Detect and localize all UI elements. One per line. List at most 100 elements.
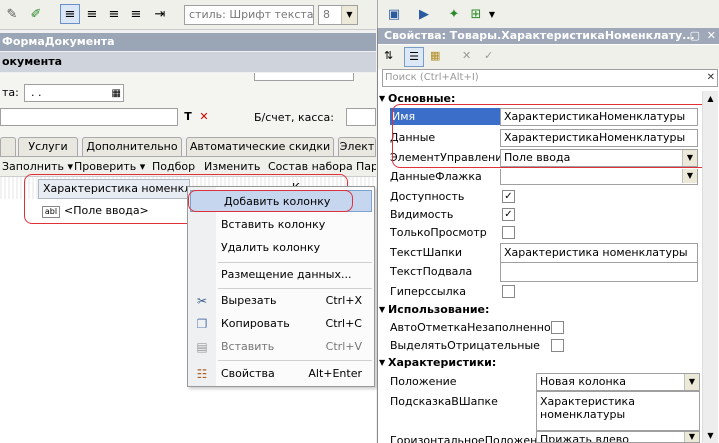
flag-data-field[interactable]: ▼ [500,169,698,185]
insert-column-item[interactable]: Вставить колонку [188,214,376,236]
section-usage[interactable]: ▼ Использование: [378,302,719,318]
tab-services[interactable]: Услуги [18,137,78,156]
section-characteristics[interactable]: ▼ Характеристики: [378,355,719,371]
delete-column-item[interactable]: Удалить колонку [188,237,376,259]
highlighter-icon[interactable]: ✐ [26,4,46,24]
basic-props-highlight-frame [392,104,715,168]
footer-text-field[interactable] [500,263,698,282]
scroll-down-arrow[interactable]: ▼ [703,428,718,443]
context-menu: Добавить колонку Вставить колонку Удалит… [187,186,375,387]
visibility-checkbox[interactable]: ✓ [502,208,515,221]
halign-field[interactable]: Прижать влево ▼ [536,431,700,443]
pen-icon[interactable]: ✎ [2,4,22,24]
header-hint-label: ПодсказкаВШапке [390,395,498,408]
counterparty-field[interactable] [0,108,178,126]
menu-separator [218,360,372,361]
position-label: Положение [390,375,457,388]
automark-label: АвтоОтметкаНезаполненного [390,321,564,334]
highlight-negative-label: ВыделятьОтрицательные [390,339,540,352]
availability-label: Доступность [390,190,465,203]
date-label: та: [2,86,19,99]
tab-first[interactable] [0,137,16,156]
tab-auto-discounts[interactable]: Автоматические скидки [186,137,334,156]
check-icon[interactable]: ✓ [484,49,493,62]
search-icon[interactable]: ✕ [707,70,715,86]
scissors-icon: ✂ [196,294,208,308]
properties-panel: Свойства: Товары.ХарактеристикаНоменклат… [377,28,719,443]
font-size-combo[interactable]: 8 ▼ [318,5,358,25]
footer-text-label: ТекстПодвала [390,265,473,278]
align-left-icon[interactable]: ≡ [60,4,80,24]
indent-icon[interactable]: ⇥ [150,4,170,24]
new-element-icon[interactable]: ✦ [444,4,464,24]
chevron-down-icon[interactable]: ▼ [684,432,699,442]
form-body [0,73,376,137]
delete-icon[interactable]: ✕ [462,49,471,62]
chevron-down-icon[interactable]: ▼ [482,4,502,24]
style-combo[interactable]: стиль: Шрифт текста [184,5,314,25]
designer-icon[interactable]: ▣ [384,4,404,24]
collapse-icon[interactable]: ▼ [379,91,385,107]
form-icon[interactable]: ▶ [414,4,434,24]
availability-checkbox[interactable]: ✓ [502,190,515,203]
filter-icon[interactable]: ▦ [430,49,440,62]
props-title: Свойства: Товары.ХарактеристикаНоменклат… [384,29,695,42]
clear-x-button[interactable]: ✕ [196,108,212,126]
align-right-icon[interactable]: ≡ [104,4,124,24]
pin-icon[interactable]: ▢ [690,28,700,44]
header-text-field[interactable]: Характеристика номенклатуры [500,243,698,263]
hyperlink-label: Гиперссылка [390,285,466,298]
props-title-bar: Свойства: Товары.ХарактеристикаНоменклат… [378,28,719,44]
halign-label: ГоризонтальноеПоложение [390,434,552,443]
top-right-field[interactable] [254,73,354,81]
properties-item[interactable]: ☷ Свойства Alt+Enter [188,363,376,385]
flag-data-label: ДанныеФлажка [390,170,482,183]
categorized-icon[interactable]: ☰ [404,47,424,67]
properties-icon: ☷ [196,367,208,381]
close-icon[interactable]: ✕ [707,28,716,44]
props-search-input[interactable]: Поиск (Ctrl+Alt+I) ✕ [382,69,718,87]
scroll-up-arrow[interactable]: ▲ [703,91,718,106]
visibility-label: Видимость [390,208,454,221]
collapse-icon[interactable]: ▼ [379,355,385,371]
date-field[interactable]: . . ▦ [24,84,124,102]
chevron-down-icon[interactable]: ▼ [684,374,699,390]
props-scrollbar[interactable]: ▲ ▼ [702,91,718,443]
copy-item[interactable]: ❐ Копировать Ctrl+C [188,313,376,335]
collapse-icon[interactable]: ▼ [379,302,385,318]
paste-item[interactable]: ▤ Вставить Ctrl+V [188,336,376,358]
props-top-toolbar: ▣ ▶ ✦ ⊞ ▼ [377,0,719,28]
form-title: ФормаДокумента [2,35,115,48]
tab-electronic[interactable]: Элект [338,137,376,156]
header-hint-field[interactable]: Характеристика номенклатуры [536,391,700,431]
bschet-label: Б/счет, касса: [254,111,334,124]
sort-alpha-icon[interactable]: ⇅ [384,49,393,62]
data-placement-item[interactable]: Размещение данных... [188,264,376,286]
automark-checkbox[interactable] [551,321,564,334]
menu-separator [218,288,372,289]
paste-icon: ▤ [196,340,208,354]
header-text-label: ТекстШапки [390,246,463,259]
align-justify-icon[interactable]: ≡ [126,4,146,24]
calendar-icon[interactable]: ▦ [112,86,121,102]
form-subtitle-bar: окумента [0,52,376,72]
menu-separator [218,262,372,263]
hyperlink-checkbox[interactable] [502,285,515,298]
readonly-checkbox[interactable] [502,226,515,239]
params-button[interactable]: Пар [356,157,376,176]
tab-additional[interactable]: Дополнительно [82,137,182,156]
readonly-label: ТолькоПросмотр [390,226,487,239]
chevron-down-icon[interactable]: ▼ [341,6,357,24]
t-button[interactable]: T [180,108,196,126]
position-field[interactable]: Новая колонка ▼ [536,373,700,391]
highlight-negative-checkbox[interactable] [551,339,564,352]
copy-icon: ❐ [196,317,208,331]
align-center-icon[interactable]: ≡ [82,4,102,24]
cut-item[interactable]: ✂ Вырезать Ctrl+X [188,290,376,312]
bschet-field[interactable] [346,108,376,126]
form-title-bar: ФормаДокумента [0,33,376,51]
props-toolbar: ⇅ ☰ ▦ ✕ ✓ [378,45,719,69]
grid-command-bar: Заполнить ▾ Проверить ▾ Подбор Изменить … [0,156,376,176]
chevron-down-icon[interactable]: ▼ [682,169,697,183]
add-column-highlight-frame [188,190,353,212]
